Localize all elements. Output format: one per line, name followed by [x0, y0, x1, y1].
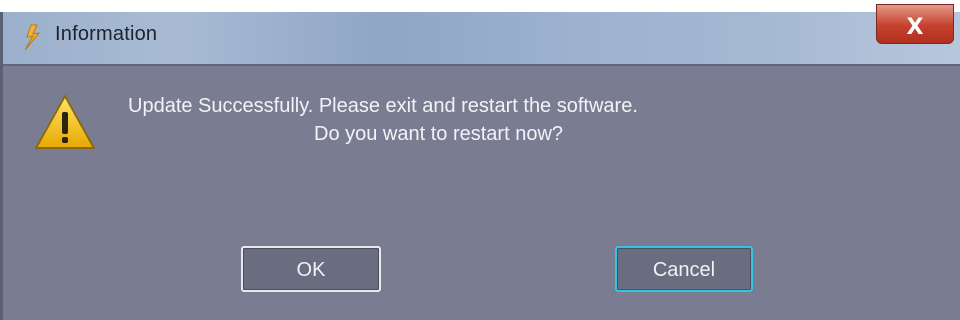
- close-icon: X: [906, 15, 924, 40]
- information-dialog: Information X Update Successfully. Pleas…: [0, 4, 960, 320]
- app-logo-icon: [24, 24, 41, 51]
- message-line-2: Do you want to restart now?: [314, 123, 564, 145]
- close-button[interactable]: X: [876, 4, 954, 44]
- cancel-button[interactable]: Cancel: [615, 246, 753, 292]
- warning-icon: [35, 95, 95, 149]
- message-line-1: Update Successfully. Please exit and res…: [128, 95, 638, 117]
- window-title: Information: [55, 23, 158, 45]
- ok-button[interactable]: OK: [241, 246, 381, 292]
- title-bar[interactable]: Information X: [3, 4, 960, 66]
